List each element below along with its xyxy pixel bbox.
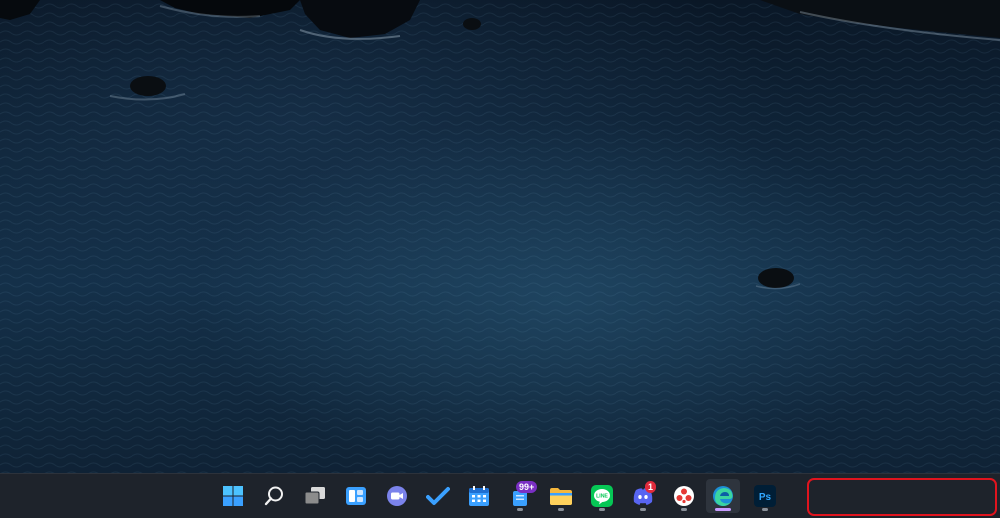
running-indicator xyxy=(640,508,646,511)
line-app-icon: LINE xyxy=(591,485,613,507)
app-red-dots-button[interactable] xyxy=(667,479,701,513)
running-indicator xyxy=(762,508,768,511)
discord-notification-badge: 1 xyxy=(645,481,657,493)
taskbar: 99+ LINE 1 Ps xyxy=(0,473,1000,518)
checkmark-icon xyxy=(426,487,450,505)
search-icon xyxy=(264,486,283,506)
running-indicator xyxy=(558,508,564,511)
red-dots-icon xyxy=(674,486,694,506)
edge-browser-icon xyxy=(713,486,733,506)
video-chat-icon xyxy=(387,486,407,506)
running-indicator xyxy=(599,508,605,511)
rock-small-right xyxy=(758,268,794,288)
photoshop-icon: Ps xyxy=(754,485,776,507)
teams-chat-button[interactable] xyxy=(380,479,414,513)
start-button[interactable] xyxy=(216,479,250,513)
running-indicator xyxy=(517,508,523,511)
file-explorer-button[interactable] xyxy=(544,479,578,513)
active-window-indicator xyxy=(715,508,731,511)
discord-button[interactable]: 1 xyxy=(626,479,660,513)
notes-unread-badge: 99+ xyxy=(516,481,538,493)
line-app-label: LINE xyxy=(596,494,608,500)
task-view-icon xyxy=(304,487,325,505)
todo-button[interactable] xyxy=(421,479,455,513)
windows-logo-icon xyxy=(223,486,243,506)
running-indicator xyxy=(681,508,687,511)
system-tray-area[interactable] xyxy=(807,478,997,516)
photoshop-label: Ps xyxy=(759,492,772,503)
search-button[interactable] xyxy=(257,479,291,513)
calendar-button[interactable] xyxy=(462,479,496,513)
calendar-icon xyxy=(469,486,489,506)
rock-small-left xyxy=(130,76,166,96)
wallpaper-art xyxy=(0,0,1000,473)
edge-button[interactable] xyxy=(706,479,740,513)
task-view-button[interactable] xyxy=(298,479,332,513)
folder-icon xyxy=(550,488,572,505)
widgets-icon xyxy=(346,487,366,505)
notes-app-button[interactable]: 99+ xyxy=(503,479,538,513)
line-button[interactable]: LINE xyxy=(585,479,619,513)
widgets-button[interactable] xyxy=(339,479,373,513)
photoshop-button[interactable]: Ps xyxy=(748,479,782,513)
desktop-wallpaper xyxy=(0,0,1000,473)
